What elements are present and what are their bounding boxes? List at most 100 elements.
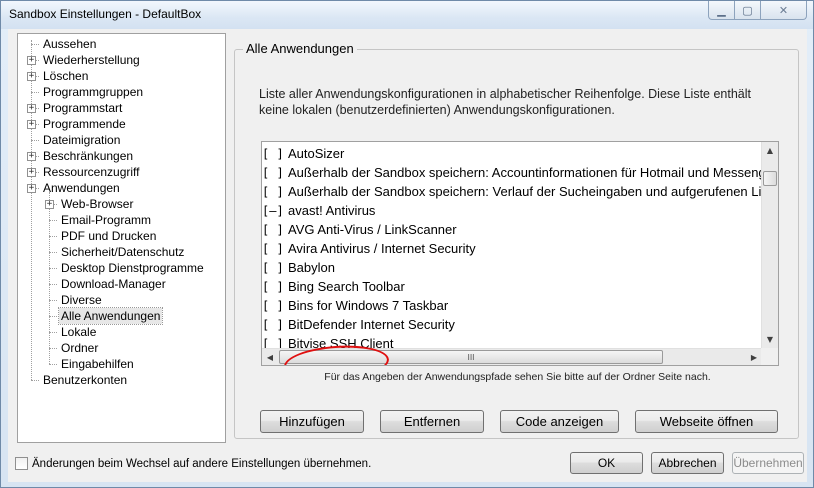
app-list-item[interactable]: [ ] Außerhalb der Sandbox speichern: Verl… (262, 182, 762, 201)
tree-item[interactable]: Aussehen (41, 36, 98, 52)
app-list-item[interactable]: [ ] Bins for Windows 7 Taskbar (262, 296, 762, 315)
tree-item[interactable]: Download-Manager (59, 276, 168, 292)
tree-item[interactable]: Desktop Dienstprogramme (59, 260, 206, 276)
app-list-item[interactable]: [ ] Babylon (262, 258, 762, 277)
tree-item[interactable]: Programmstart (41, 100, 124, 116)
app-list-item[interactable]: [ ] Bing Search Toolbar (262, 277, 762, 296)
scroll-right-icon[interactable]: ▶ (746, 349, 762, 365)
tree-line (31, 44, 39, 45)
app-checkbox[interactable]: [ ] (262, 316, 288, 334)
tree-expand-icon[interactable]: + (45, 200, 54, 209)
group-title: Alle Anwendungen (243, 41, 357, 56)
apply-button[interactable]: Übernehmen (732, 452, 804, 474)
tree-line (49, 192, 50, 364)
caption-buttons: ▁ ▢ ✕ (708, 1, 807, 21)
open-website-button[interactable]: Webseite öffnen (635, 410, 778, 433)
tree-expand-icon[interactable]: + (27, 104, 36, 113)
show-code-button[interactable]: Code anzeigen (500, 410, 619, 433)
app-name: Bins for Windows 7 Taskbar (288, 298, 449, 313)
app-list-item[interactable]: [ ] Außerhalb der Sandbox speichern: Acco… (262, 163, 762, 182)
add-button[interactable]: Hinzufügen (260, 410, 364, 433)
tree-item[interactable]: Diverse (59, 292, 104, 308)
tree-item[interactable]: Löschen (41, 68, 90, 84)
tree-item[interactable]: Web-Browser (59, 196, 135, 212)
tree-line (49, 316, 57, 317)
app-checkbox[interactable]: [ ] (262, 240, 288, 258)
tree-expand-icon[interactable]: + (27, 184, 36, 193)
close-icon: ✕ (778, 3, 789, 17)
app-name: BitDefender Internet Security (288, 317, 455, 332)
tree-expand-icon[interactable]: + (27, 56, 36, 65)
app-name: avast! Antivirus (288, 203, 376, 218)
app-name: AutoSizer (288, 146, 345, 161)
tree-item[interactable]: Ressourcenzugriff (41, 164, 142, 180)
app-checkbox[interactable]: [ ] (262, 183, 288, 201)
tree-item[interactable]: Eingabehilfen (59, 356, 136, 372)
tree-item[interactable]: Ordner (59, 340, 100, 356)
app-name: Babylon (288, 260, 335, 275)
tree-expand-icon[interactable]: + (27, 72, 36, 81)
apply-on-switch-label: Änderungen beim Wechsel auf andere Einst… (32, 457, 372, 470)
tree-item[interactable]: Lokale (59, 324, 98, 340)
remove-button[interactable]: Entfernen (380, 410, 484, 433)
tree-item[interactable]: Anwendungen (41, 180, 122, 196)
tree-line (31, 92, 39, 93)
tree-item[interactable]: Wiederherstellung (41, 52, 142, 68)
app-checkbox[interactable]: [ ] (262, 145, 288, 163)
tree-line (49, 252, 57, 253)
settings-panel: Alle Anwendungen Liste aller Anwendungsk… (226, 33, 807, 443)
app-checkbox[interactable]: [ ] (262, 164, 288, 182)
tree-line (49, 332, 57, 333)
tree-line (31, 140, 39, 141)
tree-item[interactable]: PDF und Drucken (59, 228, 158, 244)
minimize-button[interactable]: ▁ (708, 1, 735, 20)
app-checkbox[interactable]: [ ] (262, 221, 288, 239)
tree-line (49, 348, 57, 349)
app-list-item[interactable]: [—] avast! Antivirus (262, 201, 762, 220)
title-bar[interactable]: Sandbox Einstellungen - DefaultBox ▁ ▢ ✕ (1, 1, 813, 29)
window-title: Sandbox Einstellungen - DefaultBox (9, 7, 202, 21)
vertical-scroll-thumb[interactable] (763, 171, 777, 186)
tree-item[interactable]: Dateimigration (41, 132, 122, 148)
scroll-left-icon[interactable]: ◀ (262, 349, 278, 365)
tree-item[interactable]: Sicherheit/Datenschutz (59, 244, 186, 260)
apply-on-switch-checkbox[interactable] (15, 457, 28, 470)
app-checkbox[interactable]: [—] (262, 202, 288, 220)
tree-line (31, 380, 39, 381)
tree-line (49, 268, 57, 269)
tree-item[interactable]: Programmgruppen (41, 84, 145, 100)
apply-on-switch-option[interactable]: Änderungen beim Wechsel auf andere Einst… (15, 457, 371, 470)
settings-tree[interactable]: Aussehen + Wiederherstellung + Löschen Progra… (17, 33, 226, 443)
app-name: Bing Search Toolbar (288, 279, 405, 294)
app-checkbox[interactable]: [ ] (262, 278, 288, 296)
dialog-client: Aussehen + Wiederherstellung + Löschen Progra… (8, 29, 807, 482)
app-list-item[interactable]: [ ] Avira Antivirus / Internet Security (262, 239, 762, 258)
app-list-item[interactable]: [ ] AVG Anti-Virus / LinkScanner (262, 220, 762, 239)
tree-line (49, 236, 57, 237)
ok-button[interactable]: OK (570, 452, 643, 474)
app-checkbox[interactable]: [ ] (262, 259, 288, 277)
tree-item[interactable]: Programmende (41, 116, 128, 132)
maximize-icon: ▢ (742, 3, 753, 17)
cancel-button[interactable]: Abbrechen (651, 452, 724, 474)
maximize-button[interactable]: ▢ (735, 1, 761, 20)
tree-line (31, 40, 32, 380)
tree-line (49, 220, 57, 221)
tree-expand-icon[interactable]: + (27, 168, 36, 177)
group-description: Liste aller Anwendungskonfigurationen in… (259, 87, 751, 117)
tree-line (49, 284, 57, 285)
app-list[interactable]: [ ] AutoSizer[ ] Außerhalb der Sandbox spe… (261, 141, 779, 366)
app-list-item[interactable]: [ ] BitDefender Internet Security (262, 315, 762, 334)
app-checkbox[interactable]: [ ] (262, 297, 288, 315)
close-button[interactable]: ✕ (761, 1, 807, 20)
tree-item[interactable]: Alle Anwendungen (57, 307, 164, 325)
vertical-scrollbar[interactable]: ▲ ▼ (761, 142, 778, 348)
tree-expand-icon[interactable]: + (27, 120, 36, 129)
app-list-item[interactable]: [ ] AutoSizer (262, 144, 762, 163)
tree-item[interactable]: Benutzerkonten (41, 372, 129, 388)
scroll-down-icon[interactable]: ▼ (762, 331, 778, 348)
tree-expand-icon[interactable]: + (27, 152, 36, 161)
scroll-up-icon[interactable]: ▲ (762, 142, 778, 159)
tree-item[interactable]: Email-Programm (59, 212, 153, 228)
tree-item[interactable]: Beschränkungen (41, 148, 135, 164)
